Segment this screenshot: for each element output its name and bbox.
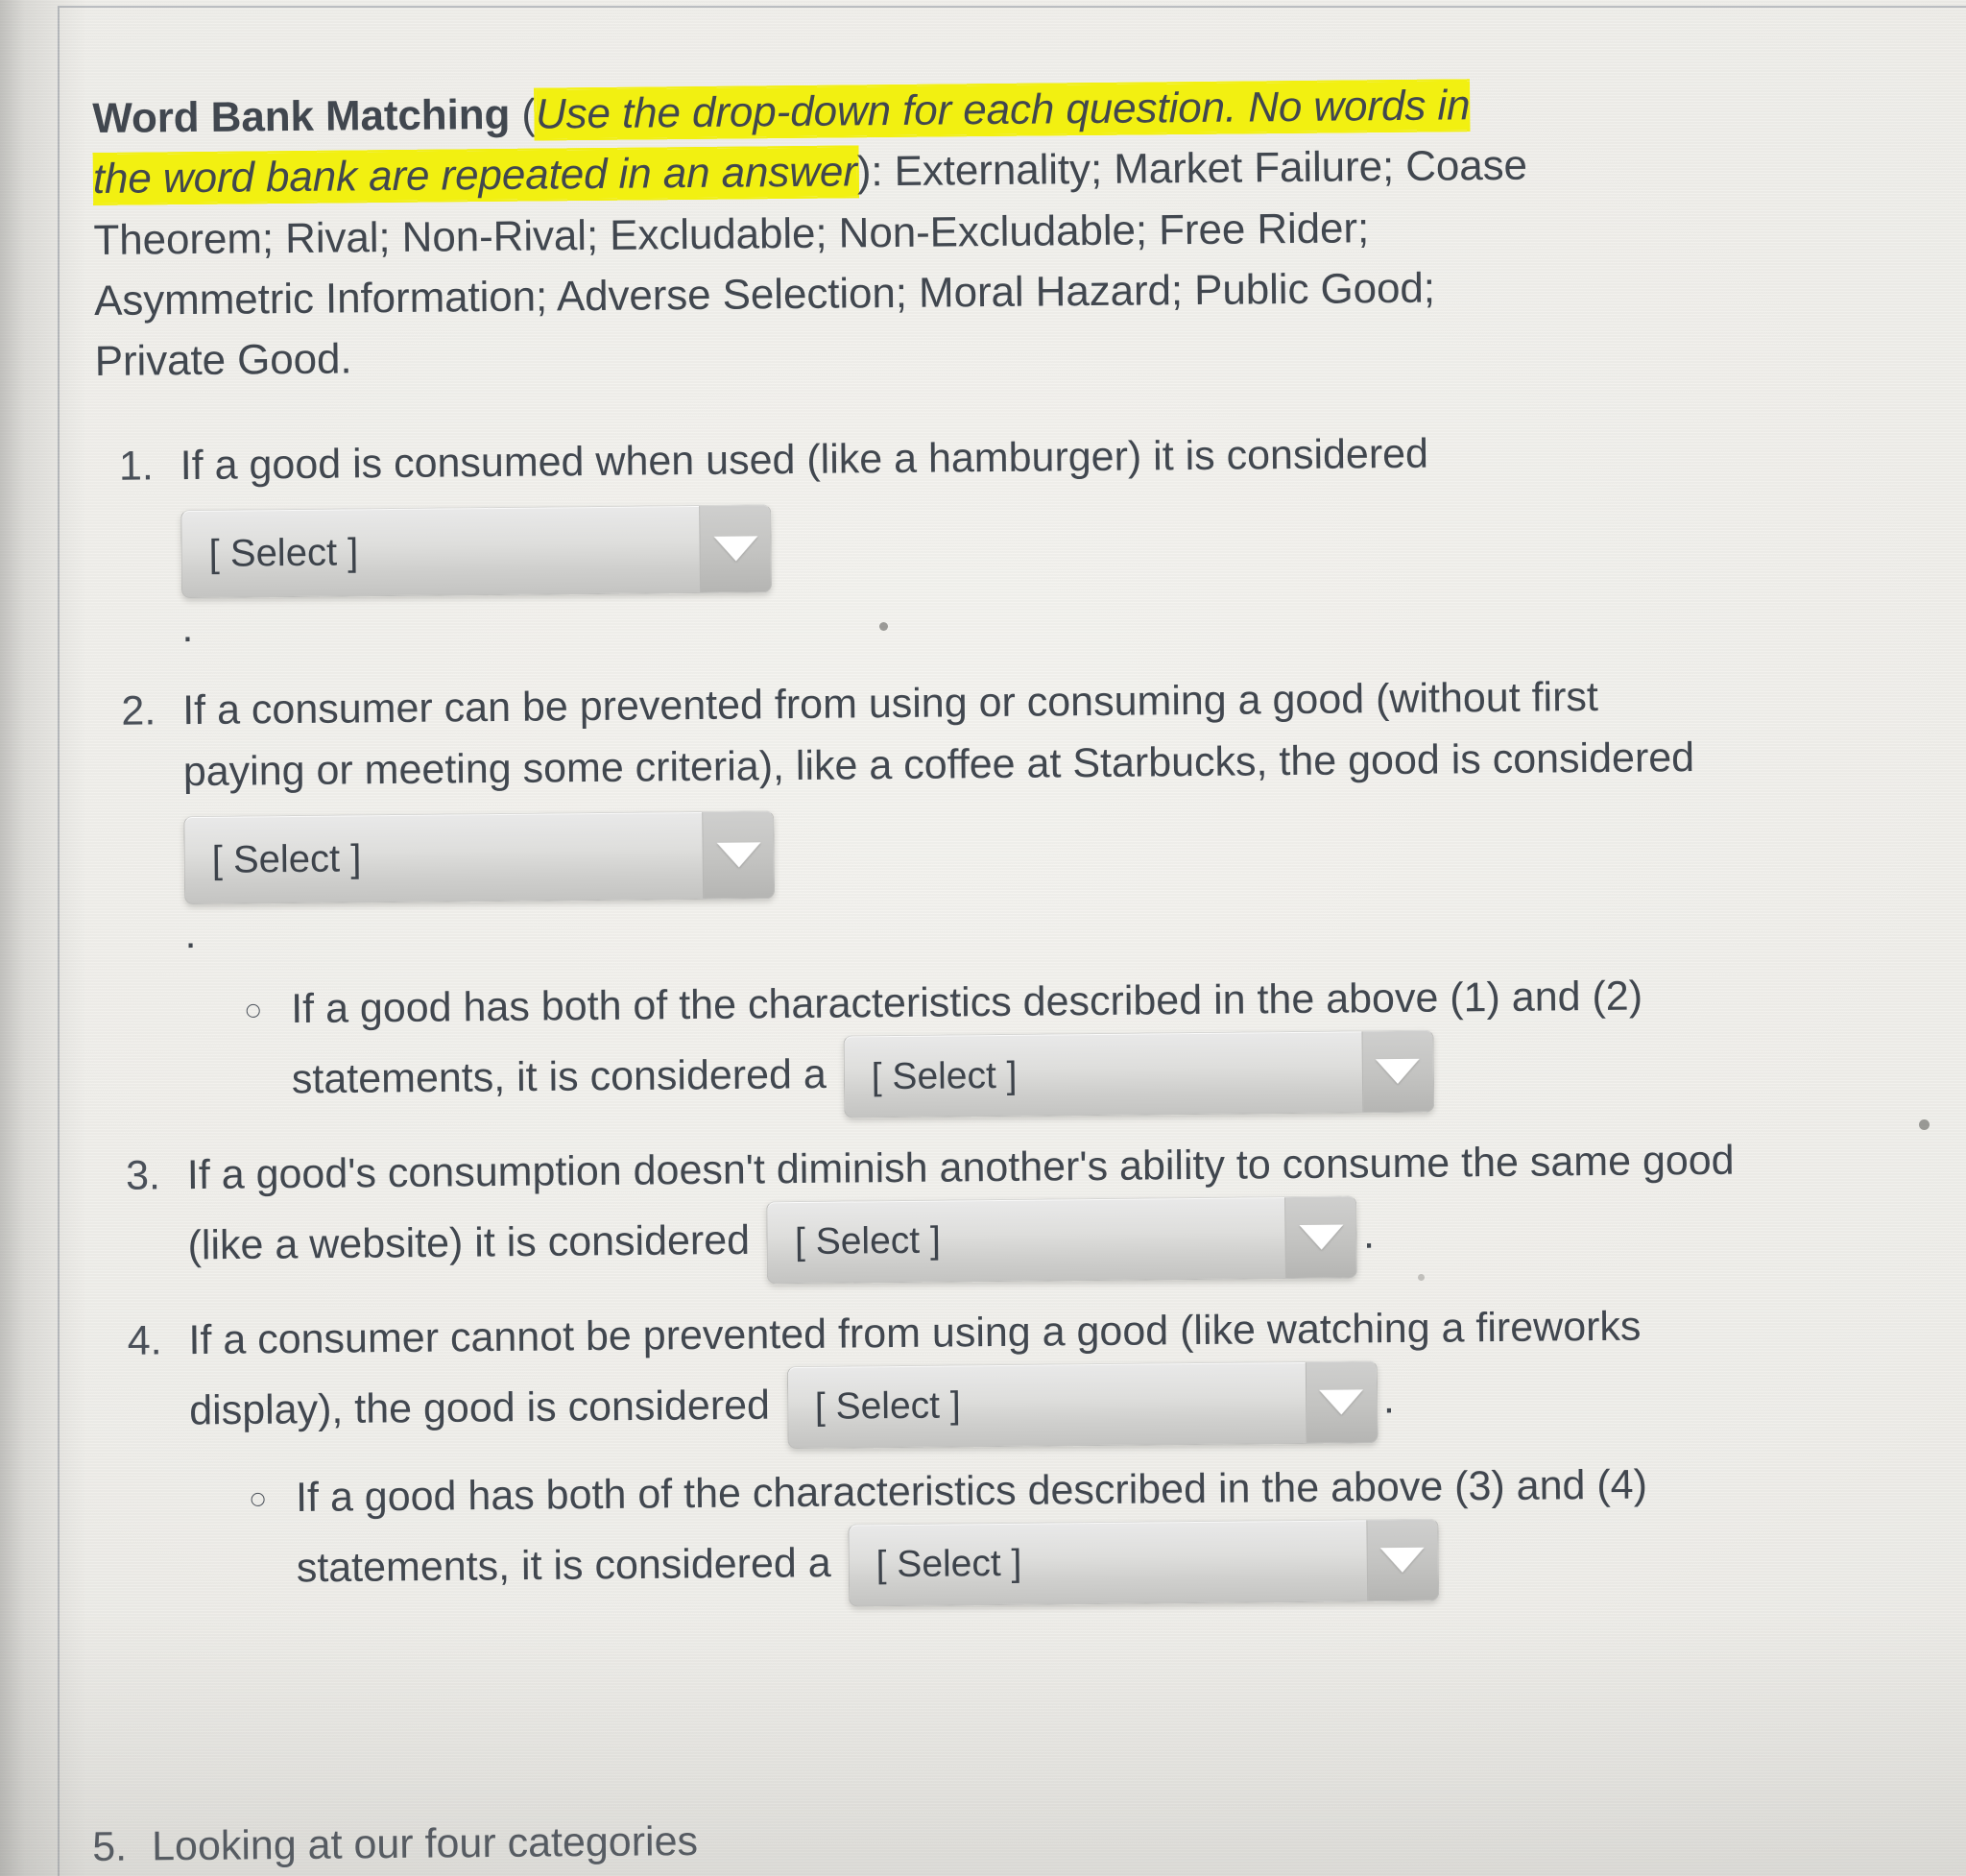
paren-close: ): <box>856 148 895 196</box>
chevron-down-icon <box>699 505 772 593</box>
question-5-text: Looking at our four categories <box>151 1817 699 1870</box>
question-item-1: If a good is consumed when used (like a … <box>164 421 1729 660</box>
page-frame-left-rule <box>58 6 60 1876</box>
dust-speck <box>1919 1119 1930 1130</box>
question-4-period: . <box>1382 1375 1396 1423</box>
question-1-select[interactable]: [ Select ] <box>180 504 773 599</box>
question-2-sub-list: If a good has both of the characteristic… <box>185 965 1734 1125</box>
word-bank-intro: Word Bank Matching (Use the drop-down fo… <box>92 75 1535 393</box>
question-4-sub-select-value: [ Select ] <box>875 1543 1022 1586</box>
question-3-select[interactable]: [ Select ] <box>766 1195 1358 1285</box>
quiz-content: Word Bank Matching (Use the drop-down fo… <box>92 70 1966 1635</box>
chevron-down-icon <box>1361 1030 1434 1113</box>
question-4-sub-select[interactable]: [ Select ] <box>848 1518 1440 1607</box>
question-2-sub-select-value: [ Select ] <box>871 1054 1018 1097</box>
dust-speck <box>879 622 888 631</box>
question-2-sub-item: If a good has both of the characteristic… <box>277 965 1734 1124</box>
screen-photo-backdrop: Word Bank Matching (Use the drop-down fo… <box>0 0 1966 1876</box>
question-1-text: If a good is consumed when used (like a … <box>180 430 1429 489</box>
question-2-sub-select[interactable]: [ Select ] <box>843 1029 1435 1118</box>
word-bank-heading: Word Bank Matching <box>92 90 511 142</box>
question-item-2: If a consumer can be prevented from usin… <box>167 666 1734 1125</box>
question-item-5-clipped: 5. Looking at our four categories <box>92 1812 1436 1876</box>
question-4-select-value: [ Select ] <box>814 1384 961 1428</box>
dust-speck <box>1418 1274 1425 1281</box>
paren-open: ( <box>510 90 537 138</box>
question-5-number: 5. <box>92 1823 128 1870</box>
question-3-select-value: [ Select ] <box>794 1219 941 1263</box>
question-2-select[interactable]: [ Select ] <box>183 810 776 905</box>
question-4-sub-list: If a good has both of the characteristic… <box>190 1453 1738 1613</box>
question-item-4: If a consumer cannot be prevented from u… <box>173 1296 1738 1614</box>
question-4-sub-item: If a good has both of the characteristic… <box>282 1453 1738 1612</box>
question-4-select[interactable]: [ Select ] <box>786 1359 1379 1449</box>
question-2-text: If a consumer can be prevented from usin… <box>181 674 1695 795</box>
chevron-down-icon <box>1366 1519 1439 1601</box>
question-3-period: . <box>1362 1211 1376 1258</box>
chevron-down-icon <box>702 811 775 900</box>
chevron-down-icon <box>1305 1360 1378 1443</box>
question-1-period: . <box>181 605 194 652</box>
question-1-select-value: [ Select ] <box>208 531 359 575</box>
question-2-select-value: [ Select ] <box>211 837 362 881</box>
chevron-down-icon <box>1284 1196 1357 1279</box>
question-list: If a good is consumed when used (like a … <box>95 421 1738 1613</box>
page-frame-top-rule <box>58 6 1966 8</box>
question-2-period: . <box>184 911 197 958</box>
question-item-3: If a good's consumption doesn't diminish… <box>172 1131 1736 1289</box>
